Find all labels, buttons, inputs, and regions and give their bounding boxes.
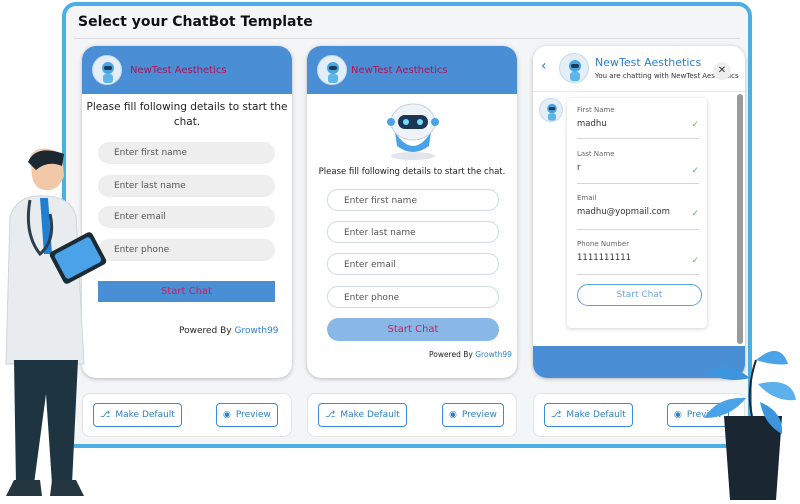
bot-name: NewTest Aesthetics xyxy=(130,65,227,76)
bot-avatar-icon xyxy=(317,55,347,85)
field-divider xyxy=(577,274,699,275)
powered-prefix: Powered By xyxy=(179,326,235,336)
field-label: Email xyxy=(577,194,597,202)
phone-input[interactable]: Enter phone xyxy=(98,239,275,261)
robot-illustration-icon xyxy=(367,94,459,162)
check-icon: ✓ xyxy=(691,120,699,130)
details-form-panel: First Name madhu ✓ Last Name r ✓ Email m… xyxy=(567,98,707,328)
make-default-label: Make Default xyxy=(115,410,175,420)
powered-prefix: Powered By xyxy=(429,350,476,359)
preview-button[interactable]: ◉ Preview xyxy=(216,403,278,427)
close-icon[interactable]: ✕ xyxy=(713,62,731,80)
start-chat-button[interactable]: Start Chat xyxy=(327,318,499,341)
make-default-button[interactable]: ⎇ Make Default xyxy=(544,403,633,427)
field-divider xyxy=(577,229,699,230)
make-default-button[interactable]: ⎇ Make Default xyxy=(318,403,407,427)
powered-by: Powered By Growth99 xyxy=(179,326,279,336)
title-divider xyxy=(74,38,740,39)
check-icon: ✓ xyxy=(691,166,699,176)
check-icon: ✓ xyxy=(691,209,699,219)
bot-avatar-icon xyxy=(559,53,589,83)
phone-input[interactable]: Enter phone xyxy=(327,286,499,308)
first-name-input[interactable]: Enter first name xyxy=(327,189,499,211)
powered-brand[interactable]: Growth99 xyxy=(235,326,279,336)
field-label: Phone Number xyxy=(577,240,630,248)
email-input[interactable]: Enter email xyxy=(98,206,275,228)
scrollbar[interactable] xyxy=(737,94,743,344)
template-card-1[interactable]: NewTest Aesthetics Please fill following… xyxy=(82,46,292,378)
bot-avatar-icon xyxy=(539,98,563,122)
page-title: Select your ChatBot Template xyxy=(78,14,313,30)
intro-text: Please fill following details to start t… xyxy=(318,167,506,177)
make-default-label: Make Default xyxy=(340,410,400,420)
make-default-label: Make Default xyxy=(566,410,626,420)
bot-avatar-icon xyxy=(92,55,122,85)
preview-button[interactable]: ◉ Preview xyxy=(442,403,504,427)
check-icon: ✓ xyxy=(691,256,699,266)
last-name-input[interactable]: Enter last name xyxy=(327,221,499,243)
email-value[interactable]: madhu@yopmail.com xyxy=(577,207,670,217)
field-divider xyxy=(577,138,699,139)
email-input[interactable]: Enter email xyxy=(327,253,499,275)
template-card-3[interactable]: ‹ NewTest Aesthetics You are chatting wi… xyxy=(533,46,745,378)
phone-value[interactable]: 1111111111 xyxy=(577,253,631,263)
doctor-illustration xyxy=(5,148,107,496)
preview-label: Preview xyxy=(461,410,497,420)
bookmark-icon: ⎇ xyxy=(551,410,562,420)
bot-name: NewTest Aesthetics xyxy=(595,56,702,69)
eye-icon: ◉ xyxy=(449,410,457,420)
powered-by: Powered By Growth99 xyxy=(429,350,512,359)
start-chat-button[interactable]: Start Chat xyxy=(98,281,275,302)
preview-label: Preview xyxy=(235,410,271,420)
field-divider xyxy=(577,183,699,184)
plant-illustration xyxy=(704,350,796,500)
start-chat-button[interactable]: Start Chat xyxy=(577,284,702,306)
eye-icon: ◉ xyxy=(223,410,231,420)
chevron-left-icon[interactable]: ‹ xyxy=(541,58,547,74)
template-actions-1: ⎇ Make Default ◉ Preview xyxy=(82,393,292,437)
last-name-value[interactable]: r xyxy=(577,163,581,173)
bot-name: NewTest Aesthetics xyxy=(351,65,448,76)
bookmark-icon: ⎇ xyxy=(325,410,336,420)
intro-text: Please fill following details to start t… xyxy=(86,101,288,128)
first-name-input[interactable]: Enter first name xyxy=(98,142,275,164)
first-name-value[interactable]: madhu xyxy=(577,119,607,129)
template-actions-2: ⎇ Make Default ◉ Preview xyxy=(307,393,517,437)
field-label: Last Name xyxy=(577,150,615,158)
last-name-input[interactable]: Enter last name xyxy=(98,175,275,197)
eye-icon: ◉ xyxy=(674,410,682,420)
template-card-2[interactable]: NewTest Aesthetics Please fill following… xyxy=(307,46,517,378)
field-label: First Name xyxy=(577,106,615,114)
powered-brand[interactable]: Growth99 xyxy=(475,350,512,359)
